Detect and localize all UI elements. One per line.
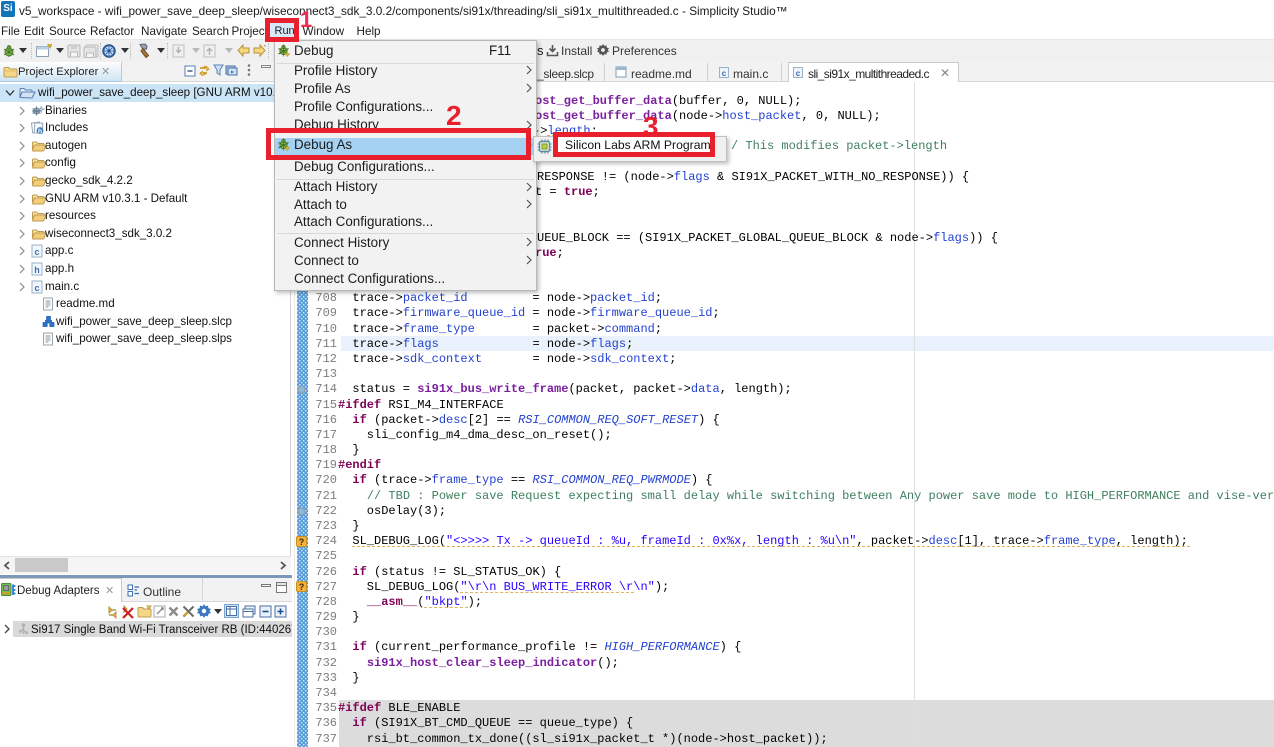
svg-text:c: c: [796, 69, 801, 78]
svg-text:c: c: [722, 69, 727, 78]
